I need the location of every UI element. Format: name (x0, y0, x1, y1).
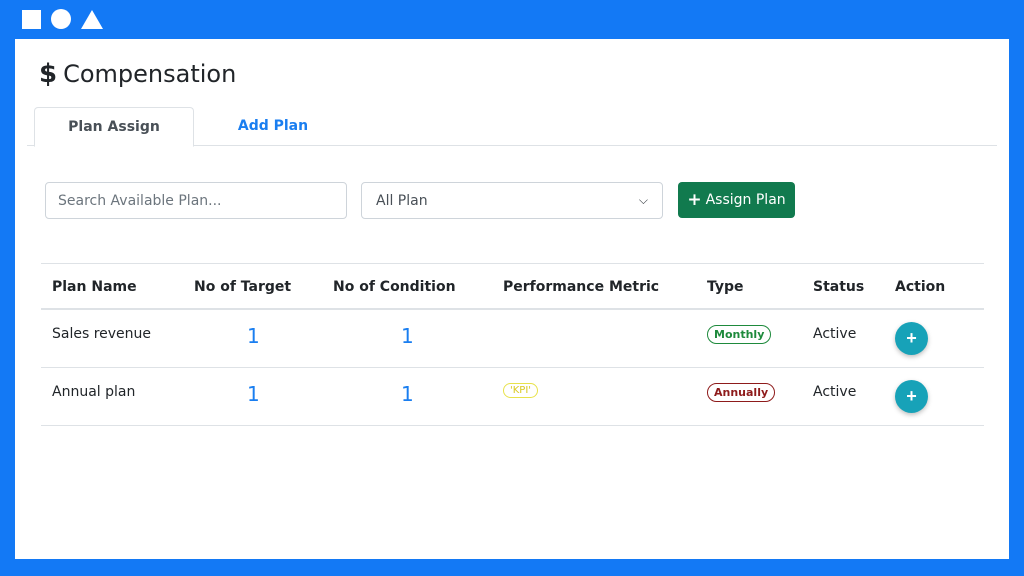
chevron-down-icon: ⌵ (638, 193, 648, 207)
tab-plan-assign[interactable]: Plan Assign (34, 107, 194, 147)
top-bar (0, 0, 1024, 38)
assign-plan-button[interactable]: + Assign Plan (678, 182, 795, 218)
triangle-icon (81, 9, 103, 29)
circle-icon (51, 9, 71, 29)
table-header: Plan Name No of Target No of Condition P… (41, 264, 984, 310)
action-cell: + (895, 368, 928, 425)
header-status: Status (813, 279, 865, 295)
action-cell: + (895, 310, 928, 367)
type-badge: Monthly (707, 325, 772, 344)
tab-bar: Plan Assign Add Plan (27, 106, 997, 147)
header-no-of-target: No of Target (194, 279, 292, 295)
header-no-of-condition: No of Condition (333, 279, 456, 295)
metric-cell: 'KPI' (503, 368, 539, 425)
tab-add-plan[interactable]: Add Plan (193, 106, 353, 146)
square-icon (22, 9, 41, 29)
header-action: Action (895, 279, 946, 295)
plus-icon: + (906, 386, 917, 406)
plan-name-cell: Annual plan (52, 384, 136, 400)
header-performance-metric: Performance Metric (503, 279, 660, 295)
condition-count-link[interactable]: 1 (401, 310, 414, 367)
plan-filter-select[interactable]: All Plan ⌵ (361, 182, 663, 219)
header-plan-name: Plan Name (52, 279, 137, 295)
plans-table: Plan Name No of Target No of Condition P… (41, 263, 984, 426)
page-title-text: Compensation (63, 60, 237, 88)
plan-filter-value: All Plan (376, 192, 428, 209)
page-title: $ Compensation (39, 59, 236, 89)
main-panel: $ Compensation Plan Assign Add Plan All … (15, 39, 1009, 559)
add-action-button[interactable]: + (895, 322, 928, 355)
table-row: Sales revenue 1 1 Monthly Active + (41, 310, 984, 368)
type-cell: Annually (707, 368, 776, 425)
target-count-link[interactable]: 1 (247, 368, 260, 425)
table-row: Annual plan 1 1 'KPI' Annually Active + (41, 368, 984, 426)
search-plan-input[interactable] (45, 182, 347, 219)
status-cell: Active (813, 326, 857, 342)
add-action-button[interactable]: + (895, 380, 928, 413)
status-cell: Active (813, 384, 857, 400)
plan-name-cell: Sales revenue (52, 326, 152, 342)
plus-icon: + (906, 328, 917, 348)
metric-badge: 'KPI' (503, 383, 539, 398)
dollar-icon: $ (39, 59, 58, 89)
target-count-link[interactable]: 1 (247, 310, 260, 367)
type-cell: Monthly (707, 310, 772, 367)
assign-plan-label: Assign Plan (705, 192, 786, 208)
type-badge: Annually (707, 383, 776, 402)
condition-count-link[interactable]: 1 (401, 368, 414, 425)
plus-icon: + (687, 189, 702, 210)
header-type: Type (707, 279, 744, 295)
